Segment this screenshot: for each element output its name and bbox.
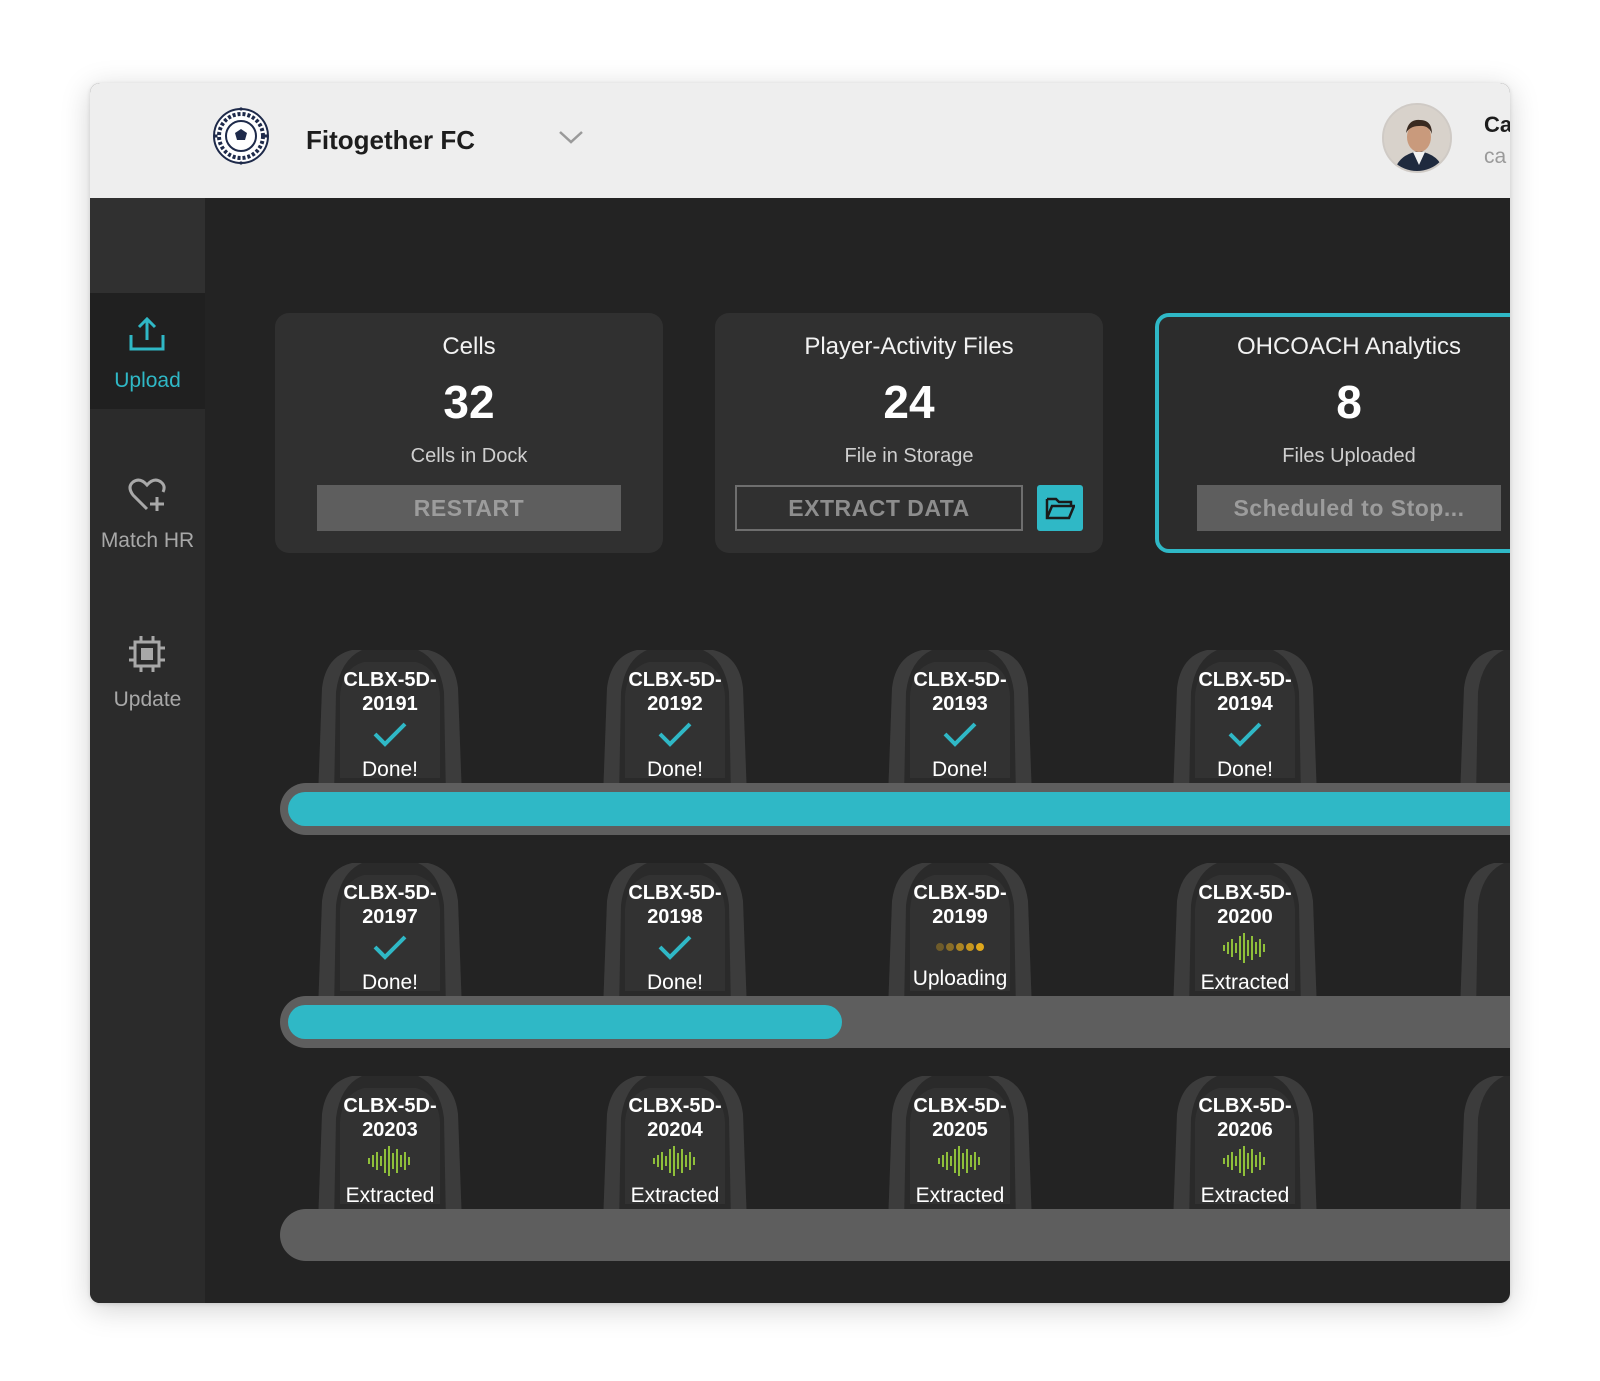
- cell-id: CLBX-5D- 20206: [1198, 1095, 1292, 1141]
- dock-cell-partial[interactable]: [1450, 648, 1510, 798]
- cell-status: Done!: [646, 758, 704, 781]
- card-title: Player-Activity Files: [804, 333, 1014, 360]
- dock-row-3: CLBX-5D- 20206 Extracted CLBX-5D- 20205 Extra…: [280, 1074, 1510, 1274]
- check-icon: [935, 720, 985, 750]
- chip-icon: [129, 636, 165, 672]
- dock-row-2: CLBX-5D- 20200 Extracted CLBX-5D- 20199 Uploa…: [280, 861, 1510, 1061]
- cell-status: Uploading: [912, 967, 1008, 990]
- cell-id: CLBX-5D- 20193: [913, 669, 1007, 715]
- cell-status: Done!: [646, 971, 704, 994]
- dock-cell[interactable]: CLBX-5D- 20193 Done!: [870, 648, 1050, 798]
- cell-status: Done!: [1216, 758, 1274, 781]
- card-subtitle: Cells in Dock: [410, 445, 528, 467]
- cell-id: CLBX-5D- 20191: [343, 669, 437, 715]
- restart-button[interactable]: RESTART: [317, 485, 621, 531]
- cell-status: Extracted: [345, 1184, 435, 1207]
- cell-id: CLBX-5D- 20197: [343, 882, 437, 928]
- sidebar: Upload Match HR Update: [90, 198, 205, 1303]
- cell-status: Done!: [361, 971, 419, 994]
- card-subtitle: Files Uploaded: [1282, 445, 1416, 467]
- cell-id: CLBX-5D- 20192: [628, 669, 722, 715]
- dock-cell[interactable]: CLBX-5D- 20203 Extracted: [300, 1074, 480, 1224]
- progress-fill: [288, 792, 1510, 826]
- check-icon: [650, 933, 700, 963]
- app-window: Fitogether FC Ca ca Upload Match HR Upda…: [90, 83, 1510, 1303]
- cell-id: CLBX-5D- 20200: [1198, 882, 1292, 928]
- progress-rail: [280, 783, 1510, 835]
- dock-cell[interactable]: CLBX-5D- 20194 Done!: [1155, 648, 1335, 798]
- upload-icon: [129, 316, 165, 351]
- dock-row-1: CLBX-5D- 20194 Done! CLBX-5D- 20193 Done! CLBX…: [280, 648, 1510, 848]
- sidebar-item-label: Update: [113, 688, 182, 711]
- dock-cell[interactable]: CLBX-5D- 20200 Extracted: [1155, 861, 1335, 1011]
- user-name: Ca: [1484, 112, 1510, 137]
- check-icon: [650, 720, 700, 750]
- dock-cell[interactable]: CLBX-5D- 20192 Done!: [585, 648, 765, 798]
- check-icon: [1220, 720, 1270, 750]
- sidebar-header: [90, 198, 205, 293]
- cell-status: Extracted: [630, 1184, 720, 1207]
- dock-cell[interactable]: CLBX-5D- 20197 Done!: [300, 861, 480, 1011]
- cell-id: CLBX-5D- 20204: [628, 1095, 722, 1141]
- cell-id: CLBX-5D- 20203: [343, 1095, 437, 1141]
- dock-cell-partial[interactable]: [1450, 861, 1510, 1011]
- cells-card: Cells 32 Cells in Dock RESTART: [275, 313, 663, 553]
- check-icon: [365, 720, 415, 750]
- card-title: Cells: [442, 333, 496, 360]
- dock-cell[interactable]: CLBX-5D- 20204 Extracted: [585, 1074, 765, 1224]
- folder-open-icon: [1045, 497, 1075, 520]
- chevron-down-icon[interactable]: [556, 127, 586, 147]
- waveform-icon: [1220, 1146, 1270, 1176]
- card-value: 8: [1336, 376, 1362, 428]
- dock-cell-partial[interactable]: [1450, 1074, 1510, 1224]
- cell-status: Done!: [931, 758, 989, 781]
- cell-status: Done!: [361, 758, 419, 781]
- player-activity-card: Player-Activity Files 24 File in Storage…: [715, 313, 1103, 553]
- avatar[interactable]: [1382, 103, 1452, 173]
- sidebar-item-label: Upload: [114, 369, 181, 392]
- cell-id: CLBX-5D- 20198: [628, 882, 722, 928]
- progress-fill: [288, 1005, 842, 1039]
- dock-cell[interactable]: CLBX-5D- 20198 Done!: [585, 861, 765, 1011]
- cell-status: Extracted: [915, 1184, 1005, 1207]
- cell-status: Extracted: [1200, 971, 1290, 994]
- card-title: OHCOACH Analytics: [1236, 333, 1462, 360]
- extract-data-button[interactable]: EXTRACT DATA: [735, 485, 1023, 531]
- progress-rail: [280, 1209, 1510, 1261]
- card-subtitle: File in Storage: [844, 445, 974, 467]
- dock-cell[interactable]: CLBX-5D- 20206 Extracted: [1155, 1074, 1335, 1224]
- heart-plus-icon: [128, 478, 166, 511]
- user-email: ca: [1484, 145, 1507, 168]
- team-name[interactable]: Fitogether FC: [306, 125, 475, 156]
- progress-rail: [280, 996, 1510, 1048]
- waveform-icon: [365, 1146, 415, 1176]
- sidebar-item-match-hr[interactable]: Match HR: [90, 453, 205, 569]
- top-bar: Fitogether FC Ca ca: [90, 83, 1510, 198]
- sidebar-item-upload[interactable]: Upload: [90, 293, 205, 409]
- cell-status: Extracted: [1200, 1184, 1290, 1207]
- waveform-icon: [1220, 933, 1270, 963]
- sidebar-item-update[interactable]: Update: [90, 612, 205, 728]
- sidebar-item-label: Match HR: [100, 529, 195, 552]
- check-icon: [365, 933, 415, 963]
- loading-dots-icon: [935, 935, 985, 965]
- ohcoach-analytics-card: OHCOACH Analytics 8 Files Uploaded Sched…: [1155, 313, 1510, 553]
- cell-id: CLBX-5D- 20194: [1198, 669, 1292, 715]
- waveform-icon: [935, 1146, 985, 1176]
- cell-id: CLBX-5D- 20205: [913, 1095, 1007, 1141]
- dock-cell[interactable]: CLBX-5D- 20205 Extracted: [870, 1074, 1050, 1224]
- dock-cell[interactable]: CLBX-5D- 20191 Done!: [300, 648, 480, 798]
- team-logo-icon: [212, 105, 270, 167]
- waveform-icon: [650, 1146, 700, 1176]
- card-value: 32: [443, 376, 495, 428]
- scheduled-stop-button[interactable]: Scheduled to Stop...: [1197, 485, 1501, 531]
- card-value: 24: [883, 376, 935, 428]
- dock-cell[interactable]: CLBX-5D- 20199 Uploading: [870, 861, 1050, 1011]
- open-folder-button[interactable]: [1037, 485, 1083, 531]
- cell-id: CLBX-5D- 20199: [913, 882, 1007, 928]
